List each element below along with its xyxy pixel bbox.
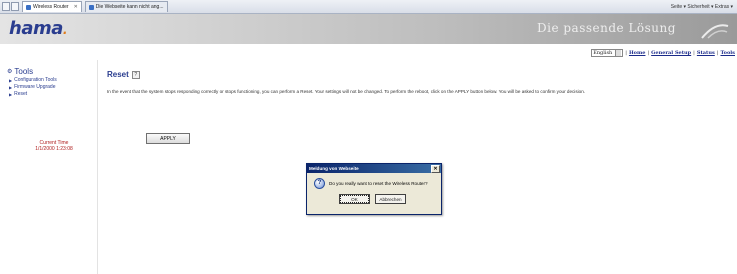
help-icon[interactable]: ? [131,70,140,79]
sidebar-item-firmware-upgrade[interactable]: ▶ Firmware Upgrade [9,84,87,90]
sidebar-divider [97,60,98,274]
triangle-right-icon: ▶ [9,77,13,83]
nav-link-status[interactable]: Status [697,50,715,56]
header-slogan: Die passende Lösung [537,21,676,35]
browser-tab-label: Wireless Router [33,4,69,10]
confirm-dialog: Meldung von Webseite ✕ ? Do you really w… [306,163,442,215]
tab-nav-buttons [2,2,19,11]
dialog-title: Meldung von Webseite [309,166,359,171]
browser-tab-router[interactable]: Wireless Router ✕ [22,1,82,12]
dialog-body: ? Do you really want to reset the Wirele… [307,173,441,189]
dialog-title-bar[interactable]: Meldung von Webseite ✕ [307,164,441,173]
triangle-right-icon: ▶ [9,84,13,90]
reset-description: In the event that the system stops respo… [107,89,586,94]
sidebar-item-reset[interactable]: ▶ Reset [9,91,87,97]
ok-button[interactable]: OK [339,194,370,204]
triangle-right-icon: ▶ [9,91,13,97]
swoosh-icon [701,24,729,39]
top-navigation: English | Home | General Setup | Status … [591,49,735,57]
language-select[interactable]: English [591,49,624,57]
current-time-value: 1/1/2000 1:23:08 [35,146,73,152]
favicon-icon [88,4,94,10]
back-tab-icon[interactable] [2,2,10,11]
sidebar-title: ⚙ Tools [7,67,34,76]
apply-button[interactable]: APPLY [146,133,190,144]
favicon-icon [26,4,31,10]
chevron-down-icon [615,50,622,56]
close-tab-icon[interactable]: ✕ [74,4,78,10]
dialog-message: Do you really want to reset the Wireless… [329,181,428,186]
dialog-buttons: OK Abbrechen [339,194,441,204]
forward-tab-icon[interactable] [11,2,19,11]
nav-link-general-setup[interactable]: General Setup [651,50,691,56]
browser-command-bar[interactable]: Seite ▾ Sicherheit ▾ Extras ▾ [671,4,733,10]
nav-link-tools[interactable]: Tools [720,50,735,56]
hama-logo: hama. [9,18,67,39]
browser-tab-error[interactable]: Die Webseite kann nicht ang... [84,1,168,12]
browser-tab-bar: Wireless Router ✕ Die Webseite kann nich… [0,0,737,14]
sidebar-item-label: Configuration Tools [14,77,57,83]
gear-icon: ⚙ [7,69,13,75]
sidebar-item-label: Reset [14,91,28,97]
question-icon: ? [314,178,325,189]
sidebar-item-label: Firmware Upgrade [14,84,56,90]
browser-tab-label: Die Webseite kann nicht ang... [95,4,164,10]
close-icon[interactable]: ✕ [431,165,440,173]
hama-header: hama. Die passende Lösung [0,14,737,44]
nav-link-home[interactable]: Home [629,50,646,56]
cancel-button[interactable]: Abbrechen [375,194,406,204]
sidebar: ⚙ Tools ▶ Configuration Tools ▶ Firmware… [7,67,87,97]
sidebar-item-configuration-tools[interactable]: ▶ Configuration Tools [9,77,87,83]
page-title: Reset ? [107,70,140,79]
